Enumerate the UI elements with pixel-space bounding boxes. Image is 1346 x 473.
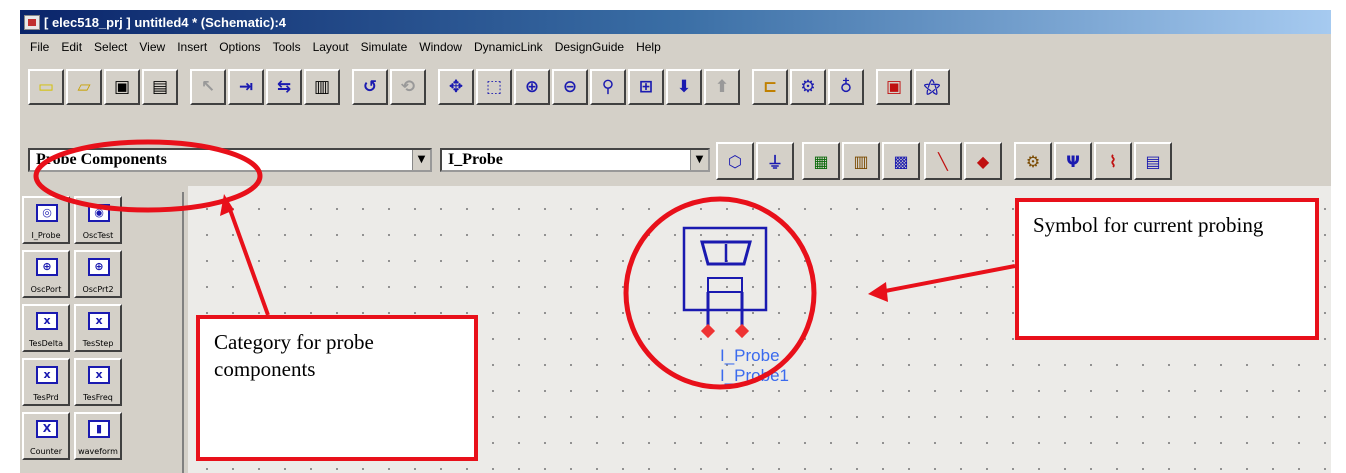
symbol-highlight-circle [623,196,817,390]
annotation-overlay [33,139,1016,390]
symbol-arrow [879,264,1016,294]
symbol-arrow-head [868,282,888,302]
schematic-window: [ elec518_prj ] untitled4 * (Schematic):… [20,10,1331,473]
category-arrow [226,203,270,316]
